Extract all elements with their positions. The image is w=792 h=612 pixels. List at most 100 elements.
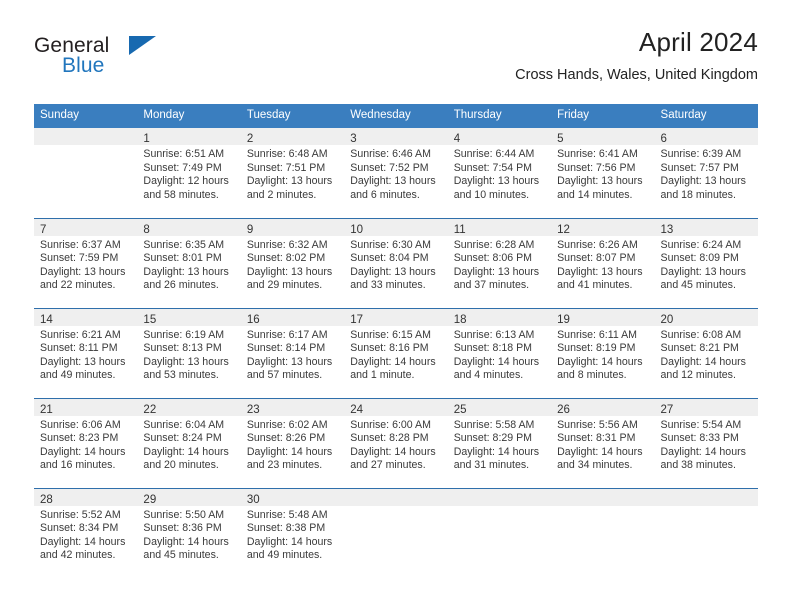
calendar-day-cell[interactable]: 16 Sunrise: 6:17 AM Sunset: 8:14 PM Dayligh… — [240, 307, 345, 398]
calendar-day-cell[interactable]: 3 Sunrise: 6:46 AM Sunset: 7:52 PM Daylight… — [344, 128, 448, 218]
day-info-line-daylight-2: and 41 minutes. — [557, 279, 633, 292]
calendar-day-cell[interactable]: 28 Sunrise: 5:52 AM Sunset: 8:34 PM Dayligh… — [34, 487, 138, 578]
calendar-day-cell[interactable]: 15 Sunrise: 6:19 AM Sunset: 8:13 PM Dayligh… — [137, 307, 241, 398]
day-info-line-daylight-1: Daylight: 13 hours — [453, 265, 540, 278]
calendar-day-cell[interactable] — [34, 128, 138, 218]
day-info-line-daylight-1: Daylight: 13 hours — [246, 265, 333, 278]
day-info-line-sunset: Sunset: 7:57 PM — [660, 161, 739, 174]
calendar-day-cell[interactable]: 20 Sunrise: 6:08 AM Sunset: 8:21 PM Dayligh… — [654, 307, 758, 398]
day-content: 11 Sunrise: 6:28 AM Sunset: 8:06 PM Dayligh… — [447, 218, 552, 308]
day-info-line-sunrise: Sunrise: 6:19 AM — [143, 328, 225, 341]
day-sun-info: Sunrise: 6:48 AM Sunset: 7:51 PM Daylight:… — [241, 145, 344, 202]
calendar-day-cell[interactable]: 4 Sunrise: 6:44 AM Sunset: 7:54 PM Daylight… — [447, 128, 552, 218]
day-info-line-daylight-1: Daylight: 14 hours — [143, 445, 229, 458]
day-number-band — [34, 128, 138, 145]
day-info-line-sunset: Sunset: 8:23 PM — [40, 432, 119, 445]
day-number-band: 12 — [551, 218, 655, 236]
day-content: 14 Sunrise: 6:21 AM Sunset: 8:11 PM Dayligh… — [34, 308, 138, 398]
calendar-day-cell[interactable]: 12 Sunrise: 6:26 AM Sunset: 8:07 PM Dayligh… — [551, 217, 655, 308]
calendar-day-cell[interactable]: 19 Sunrise: 6:11 AM Sunset: 8:19 PM Dayligh… — [551, 307, 655, 398]
day-info-line-daylight-2: and 29 minutes. — [246, 279, 323, 292]
calendar-day-cell[interactable] — [551, 487, 655, 578]
day-number-band: 10 — [344, 218, 448, 236]
day-content: 29 Sunrise: 5:50 AM Sunset: 8:36 PM Dayligh… — [137, 488, 241, 579]
calendar-day-cell[interactable]: 17 Sunrise: 6:15 AM Sunset: 8:16 PM Dayligh… — [344, 307, 448, 398]
day-info-line-daylight-2: and 10 minutes. — [453, 188, 530, 201]
calendar-body: 1 Sunrise: 6:51 AM Sunset: 7:49 PM Daylight… — [34, 128, 758, 578]
day-content: 20 Sunrise: 6:08 AM Sunset: 8:21 PM Dayligh… — [654, 308, 758, 398]
calendar-day-cell[interactable]: 30 Sunrise: 5:48 AM Sunset: 8:38 PM Dayligh… — [240, 487, 345, 578]
day-number-band: 5 — [551, 128, 655, 145]
day-info-line-sunset: Sunset: 8:06 PM — [453, 252, 533, 265]
day-sun-info: Sunrise: 6:19 AM Sunset: 8:13 PM Daylight:… — [137, 326, 240, 383]
day-content: 3 Sunrise: 6:46 AM Sunset: 7:52 PM Daylight… — [344, 128, 448, 218]
calendar-day-cell[interactable]: 14 Sunrise: 6:21 AM Sunset: 8:11 PM Dayligh… — [34, 307, 138, 398]
calendar-page: General Blue April 2024 Cross Hands, Wal… — [0, 0, 792, 612]
day-number-band: 3 — [344, 128, 448, 145]
calendar-day-cell[interactable]: 29 Sunrise: 5:50 AM Sunset: 8:36 PM Dayligh… — [137, 487, 241, 579]
day-info-line-daylight-2: and 34 minutes. — [557, 459, 633, 472]
day-info-line-daylight-2: and 27 minutes. — [350, 459, 426, 472]
day-info-line-sunrise: Sunrise: 6:46 AM — [350, 148, 431, 160]
calendar-day-cell[interactable]: 22 Sunrise: 6:04 AM Sunset: 8:24 PM Dayligh… — [137, 397, 241, 488]
day-content: 13 Sunrise: 6:24 AM Sunset: 8:09 PM Dayligh… — [654, 218, 758, 308]
day-info-line-daylight-1: Daylight: 13 hours — [40, 265, 126, 278]
day-info-line-daylight-1: Daylight: 14 hours — [350, 355, 436, 368]
day-number: 10 — [350, 223, 364, 236]
day-info-line-daylight-1: Daylight: 14 hours — [557, 355, 643, 368]
day-info-line-daylight-1: Daylight: 14 hours — [453, 355, 540, 368]
day-sun-info: Sunrise: 5:50 AM Sunset: 8:36 PM Daylight:… — [137, 506, 240, 563]
calendar-day-cell[interactable]: 11 Sunrise: 6:28 AM Sunset: 8:06 PM Dayligh… — [447, 217, 552, 308]
day-info-line-sunrise: Sunrise: 6:24 AM — [660, 238, 742, 251]
calendar-day-cell[interactable]: 25 Sunrise: 5:58 AM Sunset: 8:29 PM Dayligh… — [447, 397, 552, 488]
calendar-day-cell[interactable] — [654, 487, 758, 578]
calendar-day-cell[interactable]: 23 Sunrise: 6:02 AM Sunset: 8:26 PM Dayligh… — [240, 397, 345, 488]
calendar-day-cell[interactable]: 18 Sunrise: 6:13 AM Sunset: 8:18 PM Dayligh… — [447, 307, 552, 398]
day-sun-info: Sunrise: 6:44 AM Sunset: 7:54 PM Daylight:… — [448, 145, 551, 202]
page-subtitle-location: Cross Hands, Wales, United Kingdom — [515, 67, 758, 83]
day-info-line-daylight-2: and 53 minutes. — [143, 369, 219, 382]
day-info-line-daylight-1: Daylight: 13 hours — [557, 175, 643, 188]
day-info-line-sunrise: Sunrise: 6:30 AM — [350, 238, 431, 251]
calendar-day-cell[interactable]: 1 Sunrise: 6:51 AM Sunset: 7:49 PM Daylight… — [137, 128, 241, 218]
calendar-day-cell[interactable]: 5 Sunrise: 6:41 AM Sunset: 7:56 PM Daylight… — [551, 128, 655, 218]
calendar-day-cell[interactable] — [344, 487, 448, 578]
day-number-band: 18 — [447, 308, 552, 326]
day-number-band: 8 — [137, 218, 241, 236]
calendar-day-cell[interactable]: 27 Sunrise: 5:54 AM Sunset: 8:33 PM Dayligh… — [654, 397, 758, 488]
day-info-line-sunset: Sunset: 7:49 PM — [143, 161, 222, 174]
weekday-header-friday: Friday — [551, 104, 655, 128]
day-sun-info: Sunrise: 6:24 AM Sunset: 8:09 PM Daylight:… — [655, 236, 758, 293]
day-info-line-sunrise: Sunrise: 5:52 AM — [40, 508, 121, 521]
day-sun-info: Sunrise: 6:39 AM Sunset: 7:57 PM Daylight:… — [655, 145, 758, 202]
day-number-band — [344, 488, 448, 506]
calendar-day-cell[interactable] — [447, 487, 552, 578]
day-info-line-sunset: Sunset: 8:14 PM — [246, 342, 326, 355]
calendar-day-cell[interactable]: 6 Sunrise: 6:39 AM Sunset: 7:57 PM Daylight… — [654, 128, 758, 218]
day-sun-info: Sunrise: 5:58 AM Sunset: 8:29 PM Daylight:… — [448, 416, 551, 473]
calendar-day-cell[interactable]: 24 Sunrise: 6:00 AM Sunset: 8:28 PM Dayligh… — [344, 397, 448, 488]
day-info-line-sunset: Sunset: 8:26 PM — [246, 432, 326, 445]
calendar-day-cell[interactable]: 10 Sunrise: 6:30 AM Sunset: 8:04 PM Dayligh… — [344, 217, 448, 308]
day-info-line-sunset: Sunset: 8:34 PM — [40, 522, 119, 535]
day-info-line-sunrise: Sunrise: 6:06 AM — [40, 418, 121, 431]
calendar-day-cell[interactable]: 8 Sunrise: 6:35 AM Sunset: 8:01 PM Daylight… — [137, 217, 241, 308]
calendar-day-cell[interactable]: 26 Sunrise: 5:56 AM Sunset: 8:31 PM Dayligh… — [551, 397, 655, 488]
day-number: 12 — [557, 223, 570, 236]
day-info-line-daylight-2: and 8 minutes. — [557, 369, 627, 382]
calendar-day-cell[interactable]: 21 Sunrise: 6:06 AM Sunset: 8:23 PM Dayligh… — [34, 397, 138, 488]
day-sun-info — [34, 145, 137, 148]
calendar-day-cell[interactable]: 9 Sunrise: 6:32 AM Sunset: 8:02 PM Daylight… — [240, 217, 345, 308]
day-content: 27 Sunrise: 5:54 AM Sunset: 8:33 PM Dayligh… — [654, 398, 758, 488]
calendar-day-cell[interactable]: 2 Sunrise: 6:48 AM Sunset: 7:51 PM Daylight… — [240, 128, 345, 218]
day-number: 14 — [40, 313, 53, 326]
calendar-day-cell[interactable]: 7 Sunrise: 6:37 AM Sunset: 7:59 PM Daylight… — [34, 217, 138, 308]
logo-text-blue: Blue — [62, 54, 105, 77]
day-info-line-sunset: Sunset: 8:11 PM — [40, 342, 118, 355]
day-info-line-sunrise: Sunrise: 6:04 AM — [143, 418, 225, 431]
day-sun-info: Sunrise: 6:15 AM Sunset: 8:16 PM Daylight:… — [344, 326, 447, 383]
calendar-day-cell[interactable]: 13 Sunrise: 6:24 AM Sunset: 8:09 PM Dayligh… — [654, 217, 758, 308]
day-content: 8 Sunrise: 6:35 AM Sunset: 8:01 PM Daylight… — [137, 218, 241, 308]
day-info-line-daylight-2: and 16 minutes. — [40, 459, 116, 472]
day-info-line-daylight-1: Daylight: 13 hours — [143, 265, 229, 278]
